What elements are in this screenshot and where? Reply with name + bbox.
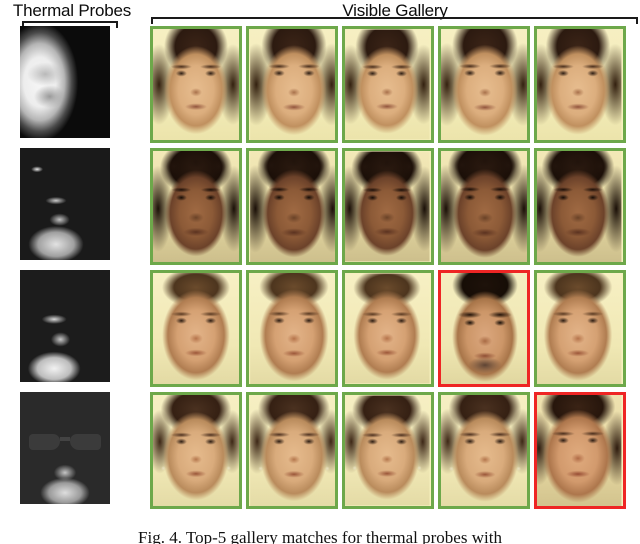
gallery-face-image	[537, 29, 622, 140]
visible-gallery-bracket	[151, 17, 638, 24]
thermal-probe-image-4	[20, 392, 110, 504]
gallery-face-image	[345, 273, 430, 384]
sunglasses-bridge	[60, 437, 70, 441]
gallery-face-image	[537, 151, 622, 262]
gallery-face-image	[441, 273, 527, 384]
gallery-cell[interactable]	[438, 26, 530, 143]
gallery-cell[interactable]	[342, 148, 434, 265]
gallery-row	[150, 26, 638, 143]
sunglasses-icon	[29, 434, 101, 450]
gallery-cell[interactable]	[438, 392, 530, 509]
thermal-face-1	[20, 26, 110, 138]
gallery-row	[150, 392, 638, 509]
gallery-row	[150, 148, 638, 265]
gallery-cell-false-match[interactable]	[534, 392, 626, 509]
gallery-face-image	[345, 151, 430, 262]
gallery-face-image	[441, 395, 527, 506]
gallery-face-image	[537, 395, 622, 506]
gallery-cell[interactable]	[150, 392, 242, 509]
visible-gallery-grid	[150, 26, 638, 514]
gallery-face-image	[153, 151, 239, 262]
gallery-cell[interactable]	[246, 270, 338, 387]
gallery-face-image	[345, 395, 430, 506]
gallery-cell[interactable]	[150, 148, 242, 265]
gallery-cell[interactable]	[246, 392, 338, 509]
thermal-face-2	[20, 148, 110, 260]
thermal-probe-image-3	[20, 270, 110, 382]
gallery-cell[interactable]	[342, 270, 434, 387]
thermal-probe-image-1	[20, 26, 110, 138]
gallery-cell[interactable]	[438, 148, 530, 265]
sunglasses-left-lens	[29, 434, 60, 450]
gallery-cell[interactable]	[246, 26, 338, 143]
gallery-face-image	[250, 395, 335, 506]
thermal-probes-column	[20, 26, 120, 514]
gallery-face-image	[345, 29, 430, 140]
gallery-face-image	[153, 273, 239, 384]
gallery-face-image	[250, 29, 335, 140]
thermal-probes-header: Thermal Probes	[12, 1, 132, 20]
gallery-cell[interactable]	[534, 148, 626, 265]
gallery-cell-false-match[interactable]	[438, 270, 530, 387]
gallery-row	[150, 270, 638, 387]
gallery-cell[interactable]	[150, 270, 242, 387]
figure-caption: Fig. 4. Top-5 gallery matches for therma…	[138, 528, 502, 544]
thermal-face-3	[20, 270, 110, 382]
gallery-face-image	[153, 395, 239, 506]
gallery-cell[interactable]	[150, 26, 242, 143]
gallery-cell[interactable]	[246, 148, 338, 265]
gallery-face-image	[441, 151, 527, 262]
thermal-probe-image-2	[20, 148, 110, 260]
gallery-face-image	[537, 273, 622, 384]
gallery-face-image	[153, 29, 239, 140]
gallery-face-image	[441, 29, 527, 140]
gallery-face-image	[250, 273, 335, 384]
gallery-cell[interactable]	[534, 26, 626, 143]
gallery-cell[interactable]	[342, 392, 434, 509]
gallery-face-image	[250, 151, 335, 262]
sunglasses-right-lens	[70, 434, 101, 450]
gallery-cell[interactable]	[342, 26, 434, 143]
gallery-cell[interactable]	[534, 270, 626, 387]
